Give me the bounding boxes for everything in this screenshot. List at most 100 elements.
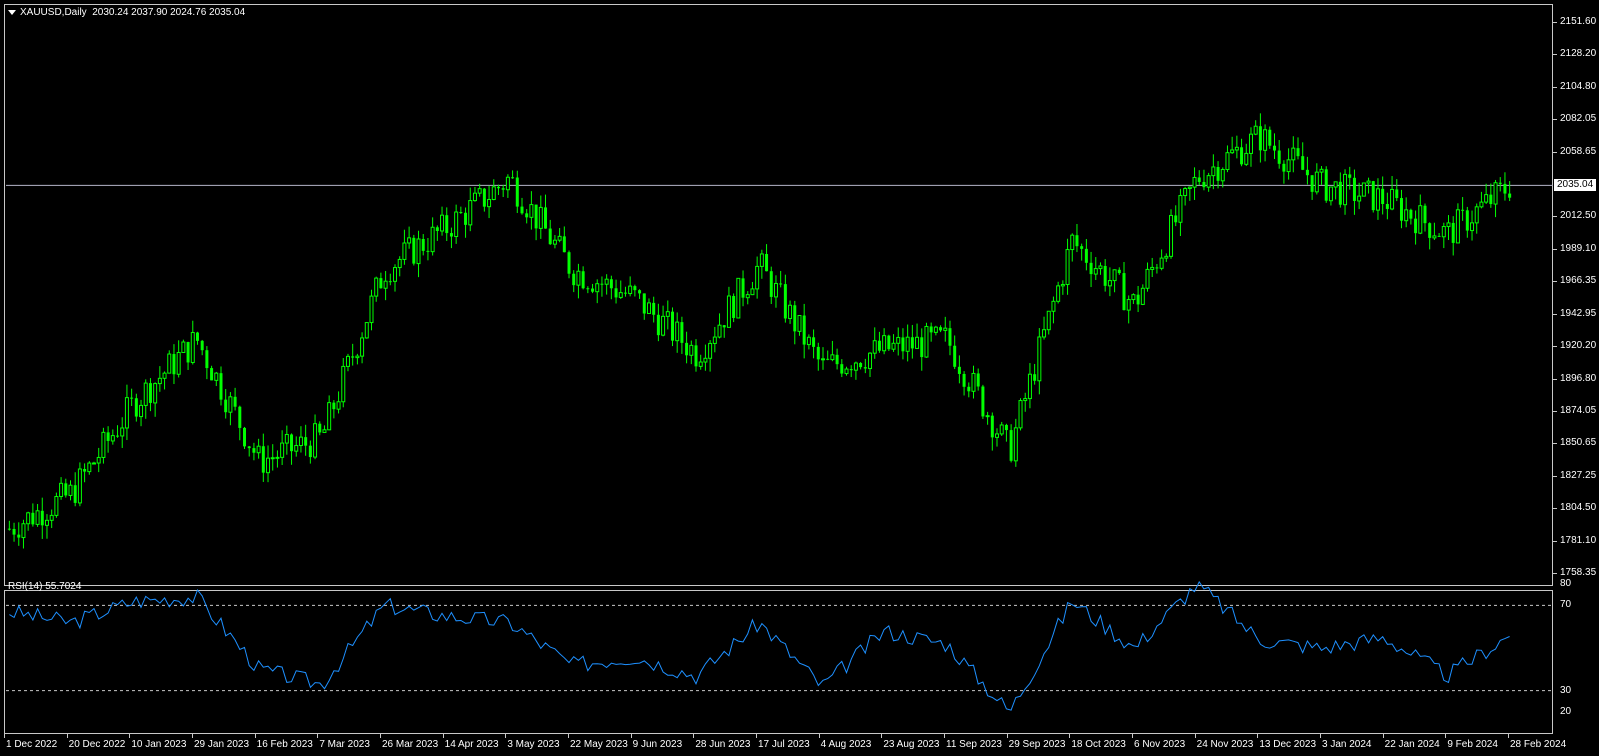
price-label: 1804.50 <box>1560 502 1597 514</box>
candle-body-bull <box>477 188 482 194</box>
price-tick <box>1553 346 1557 348</box>
candle-body-bull <box>1046 310 1051 331</box>
candle-body-bear <box>1089 262 1093 275</box>
candle-body-bear <box>685 342 689 356</box>
price-label: 1827.25 <box>1560 469 1597 481</box>
time-label: 22 Jan 2024 <box>1384 739 1440 750</box>
candle-body-bear <box>1004 424 1008 431</box>
time-tick <box>1069 734 1071 738</box>
candle-body-bull <box>157 377 162 385</box>
time-label: 18 Oct 2023 <box>1071 739 1126 750</box>
candle-body-bear <box>887 335 891 350</box>
candle-body-bull <box>1042 329 1047 338</box>
candle-body-bull <box>915 336 920 349</box>
candle-body-bear <box>562 236 566 253</box>
candle-body-bear <box>252 448 256 453</box>
candle-body-bear <box>1498 182 1502 184</box>
time-label: 11 Sep 2023 <box>946 739 1002 750</box>
candle-body-bear <box>929 326 933 333</box>
candle-body-bull <box>708 342 713 359</box>
candle-body-bull <box>1366 180 1371 184</box>
candle-body-bull <box>1474 206 1479 224</box>
candle-body-bear <box>835 354 839 365</box>
candle-body-bear <box>1277 150 1281 164</box>
candle-body-bull <box>646 302 651 315</box>
time-label: 17 Jul 2023 <box>758 739 810 750</box>
rsi-label: 20 <box>1560 706 1572 717</box>
candle-body-bear <box>939 327 943 331</box>
chart-plot-area <box>6 113 1553 711</box>
candle-body-bear <box>210 368 214 381</box>
price-tick <box>1553 540 1557 542</box>
candle-body-bear <box>449 233 453 237</box>
candle-body-bull <box>1390 188 1395 210</box>
candle-body-bear <box>134 398 138 417</box>
candle-body-bull <box>1013 427 1018 462</box>
time-label: 29 Jan 2023 <box>194 739 250 750</box>
candle-body-bull <box>1051 300 1056 312</box>
candle-body-bull <box>190 332 195 363</box>
current-price-tag: 2035.04 <box>1554 179 1597 192</box>
candle-body-bear <box>1352 177 1356 201</box>
time-label: 24 Nov 2023 <box>1196 739 1254 750</box>
candle-body-bear <box>1296 148 1300 157</box>
candle-body-bear <box>694 345 698 367</box>
price-label: 1989.10 <box>1560 242 1597 254</box>
candle-body-bear <box>1423 205 1427 224</box>
candle-body-bear <box>769 271 773 297</box>
time-label: 10 Jan 2023 <box>131 739 187 750</box>
candle-body-bear <box>1324 169 1328 201</box>
time-tick <box>818 734 820 738</box>
candle-body-bull <box>788 304 793 319</box>
time-tick <box>1382 734 1384 738</box>
candle-body-bear <box>1437 235 1441 237</box>
candle-body-bear <box>877 340 881 351</box>
candle-body-bull <box>416 238 421 265</box>
candle-body-bull <box>162 372 167 379</box>
candle-body-bull <box>1343 173 1348 206</box>
candle-body-bull <box>153 383 158 404</box>
candle-body-bear <box>520 206 524 214</box>
candle-body-bear <box>859 363 863 368</box>
time-tick <box>1132 734 1133 738</box>
candle-body-bull <box>369 295 374 324</box>
candle-body-bull <box>1319 168 1324 173</box>
time-tick <box>442 734 444 738</box>
candle-body-bull <box>1418 205 1423 234</box>
candle-body-bull <box>868 352 873 370</box>
price-label: 1920.20 <box>1560 340 1597 352</box>
candle-body-bull <box>595 283 600 293</box>
candle-body-bull <box>1070 234 1075 251</box>
candle-body-bear <box>388 281 392 283</box>
candle-body-bear <box>957 366 961 374</box>
candle-body-bull <box>1244 152 1249 165</box>
candle-body-bear <box>1272 145 1276 151</box>
candle-body-bear <box>219 373 223 400</box>
price-label: 1874.05 <box>1560 404 1597 416</box>
candle-body-bull <box>576 270 581 286</box>
time-label: 23 Aug 2023 <box>883 739 940 750</box>
candle-body-bull <box>891 342 896 350</box>
candle-body-bull <box>844 368 849 375</box>
candle-body-bull <box>830 354 835 361</box>
candle-body-bear <box>83 469 87 472</box>
candle-body-bull <box>1187 186 1192 190</box>
candle-body-bull <box>905 336 910 352</box>
candle-body-bear <box>1381 188 1385 204</box>
candle-body-bull <box>407 237 412 244</box>
candle-body-bear <box>680 322 684 343</box>
candle-body-bull <box>1286 159 1291 173</box>
candle-body-bear <box>732 296 736 318</box>
candle-body-bear <box>515 177 519 207</box>
candle-body-bull <box>294 445 299 452</box>
candle-body-bear <box>1310 175 1314 192</box>
candle-body-bull <box>44 519 49 526</box>
candle-body-bear <box>642 293 646 314</box>
candle-body-bear <box>1428 223 1432 238</box>
candle-body-bull <box>665 311 670 317</box>
rsi-label: 70 <box>1560 599 1572 611</box>
chart-window[interactable]: XAUUSD,Daily 2030.24 2037.90 2024.76 203… <box>0 0 1599 756</box>
candle-body-bull <box>26 512 31 525</box>
time-tick <box>693 734 695 738</box>
time-tick <box>505 734 507 738</box>
